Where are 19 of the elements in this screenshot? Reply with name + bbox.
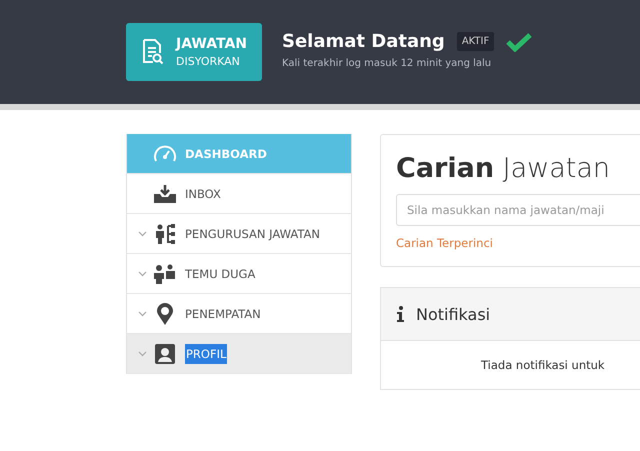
notification-title: Notifikasi — [416, 304, 490, 324]
welcome-title: Selamat Datang — [282, 31, 445, 52]
document-search-icon — [142, 39, 164, 65]
location-pin-icon — [157, 302, 173, 324]
sidebar-item[interactable]: PENGURUSAN JAWATAN — [127, 214, 351, 254]
search-field[interactable]: Sila masukkan nama jawatan/maji — [396, 194, 640, 226]
notification-message: Tiada notifikasi untuk — [481, 358, 605, 372]
search-title: Carian Jawatan — [396, 153, 612, 184]
speedometer-icon — [153, 144, 177, 164]
inbox-download-icon — [154, 184, 176, 202]
person-hierarchy-icon — [155, 224, 175, 244]
status-badge: AKTIF — [456, 32, 494, 51]
info-icon — [397, 306, 404, 322]
sidebar-item[interactable]: INBOX — [127, 174, 351, 214]
sidebar-item[interactable]: PROFIL — [127, 334, 351, 374]
two-people-icon — [154, 264, 176, 284]
sidebar-item[interactable]: TEMU DUGA — [127, 254, 351, 294]
last-login-text: Kali terakhir log masuk 12 minit yang lalu — [282, 58, 492, 69]
user-profile-icon — [155, 344, 175, 364]
